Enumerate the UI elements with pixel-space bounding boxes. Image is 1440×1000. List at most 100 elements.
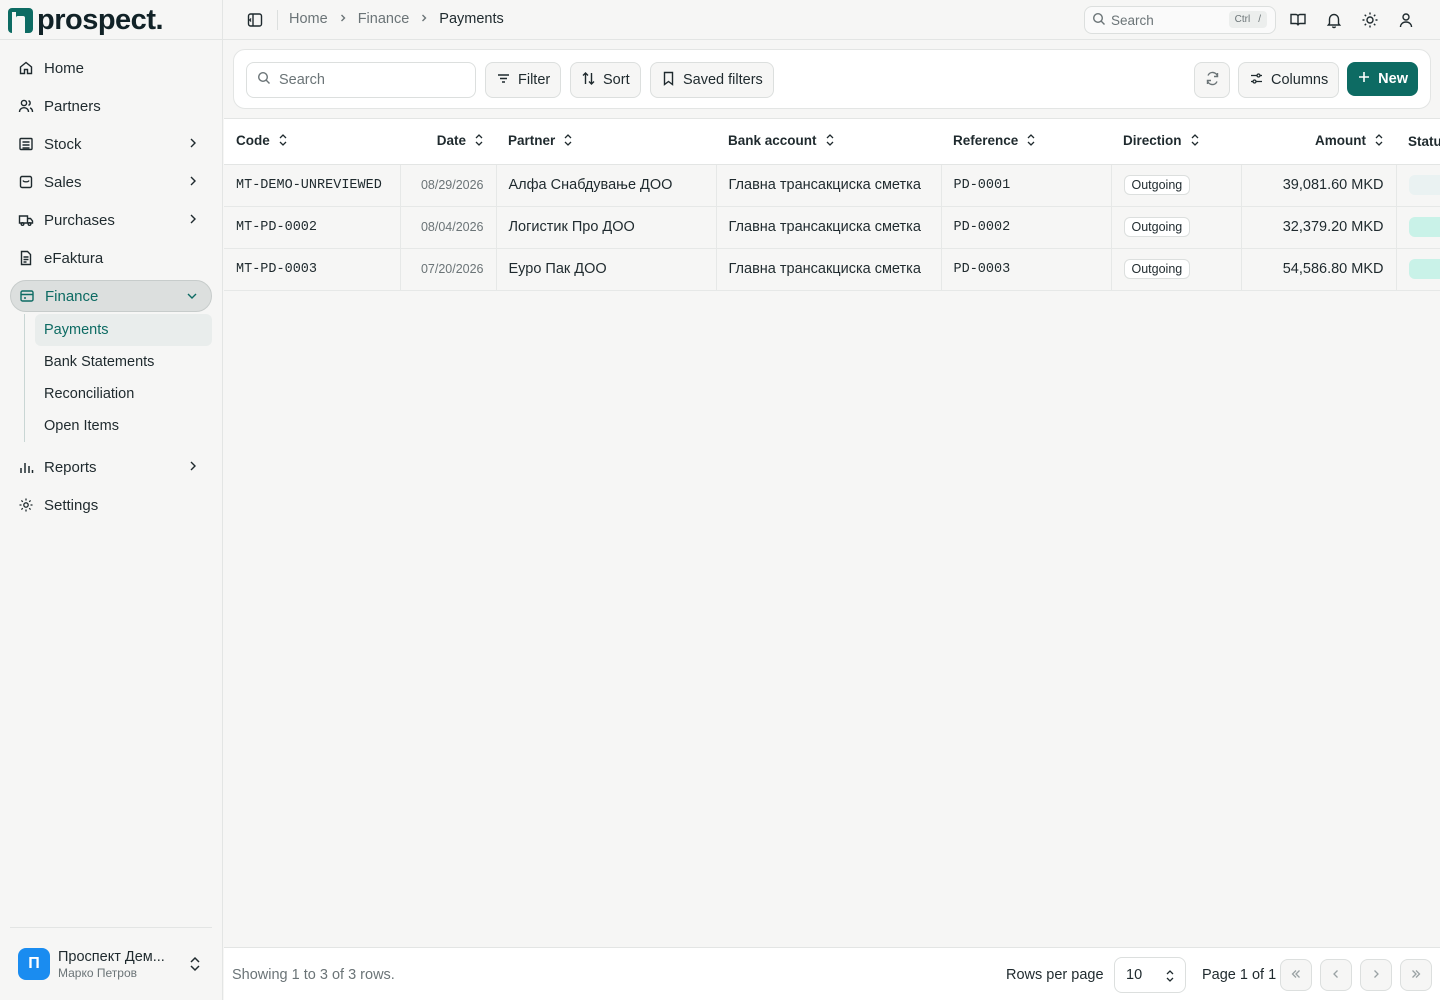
gear-icon — [18, 497, 34, 513]
table-row[interactable]: MT-DEMO-UNREVIEWED 08/29/2026 Алфа Снабд… — [224, 164, 1440, 207]
sidebar-subitem-open-items[interactable]: Open Items — [35, 410, 212, 442]
sidebar-item-reports[interactable]: Reports — [10, 448, 212, 486]
sidebar-toggle-icon[interactable] — [247, 12, 263, 31]
cell-date: 08/04/2026 — [400, 206, 497, 249]
refresh-icon — [1205, 71, 1220, 90]
breadcrumb-finance[interactable]: Finance — [358, 11, 410, 27]
refresh-button[interactable] — [1194, 62, 1230, 98]
table-search-input[interactable]: Search — [246, 62, 476, 98]
last-page-button[interactable] — [1400, 959, 1432, 991]
sidebar-item-stock[interactable]: Stock — [10, 125, 212, 163]
warehouse-icon — [18, 136, 34, 152]
sidebar-subitem-payments[interactable]: Payments — [35, 314, 212, 346]
column-header-amount[interactable]: Amount — [1241, 119, 1396, 165]
table-header-row: Code Date Partner Bank account Reference… — [224, 119, 1440, 165]
cell-amount: 32,379.20 MKD — [1241, 206, 1397, 249]
columns-button[interactable]: Columns — [1238, 62, 1340, 98]
search-icon — [1092, 12, 1106, 29]
rows-per-page-select[interactable]: 10 — [1114, 957, 1186, 993]
sidebar-item-home[interactable]: Home — [10, 49, 212, 87]
sidebar-subitem-bank-statements[interactable]: Bank Statements — [35, 346, 212, 378]
column-header-direction[interactable]: Direction — [1111, 119, 1241, 165]
chevrons-up-down-icon — [188, 955, 202, 976]
rows-per-page-label: Rows per page — [1006, 967, 1104, 983]
bar-chart-icon — [18, 459, 34, 475]
chevron-right-icon — [186, 174, 200, 188]
sidebar-nav: Home Partners Stock Sales Purchases eFak… — [10, 49, 212, 524]
sidebar-item-label: Partners — [44, 97, 101, 115]
cell-partner: Еуро Пак ДОО — [496, 248, 717, 291]
column-header-date[interactable]: Date — [400, 119, 496, 165]
payments-table-container: Code Date Partner Bank account Reference… — [224, 118, 1440, 947]
cell-reference: PD-0003 — [941, 248, 1112, 291]
sidebar-item-label: Settings — [44, 496, 99, 514]
sidebar-item-sales[interactable]: Sales — [10, 163, 212, 201]
sort-toggle-icon — [1374, 133, 1384, 150]
avatar: П — [18, 948, 50, 980]
user-icon[interactable] — [1397, 11, 1415, 32]
column-label: Amount — [1315, 132, 1366, 148]
breadcrumb-home[interactable]: Home — [289, 11, 328, 27]
previous-page-button[interactable] — [1320, 959, 1352, 991]
sort-toggle-icon — [278, 133, 288, 150]
new-label: New — [1378, 71, 1408, 87]
sidebar-item-partners[interactable]: Partners — [10, 87, 212, 125]
sidebar-item-label: Home — [44, 59, 85, 77]
new-button[interactable]: New — [1347, 62, 1418, 96]
account-switcher[interactable]: П Проспект Дем... Марко Петров — [18, 947, 212, 981]
divider — [0, 39, 222, 40]
sidebar-item-efaktura[interactable]: eFaktura — [10, 239, 212, 277]
chevron-right-icon — [1370, 967, 1382, 983]
global-search[interactable]: Search Ctrl / — [1084, 6, 1276, 34]
sidebar-subitem-reconciliation[interactable]: Reconciliation — [35, 378, 212, 410]
kbd-ctrl: Ctrl — [1234, 14, 1251, 25]
sidebar-item-purchases[interactable]: Purchases — [10, 201, 212, 239]
sun-icon[interactable] — [1361, 11, 1379, 32]
column-label: Reference — [953, 132, 1019, 148]
chevron-right-icon — [338, 12, 348, 26]
table-row[interactable]: MT-PD-0002 08/04/2026 Логистик Про ДОО Г… — [224, 206, 1440, 249]
sidebar-item-finance[interactable]: Finance — [10, 280, 212, 312]
column-header-reference[interactable]: Reference — [941, 119, 1111, 165]
chevron-right-icon — [186, 212, 200, 226]
cell-bank-account: Главна трансакциска сметка — [716, 248, 942, 291]
sort-toggle-icon — [1190, 133, 1200, 150]
header-actions — [1289, 11, 1415, 32]
column-label: Date — [436, 132, 466, 148]
sort-toggle-icon — [563, 133, 573, 150]
direction-badge: Outgoing — [1123, 217, 1191, 237]
column-header-partner[interactable]: Partner — [496, 119, 716, 165]
sidebar-item-settings[interactable]: Settings — [10, 486, 212, 524]
sidebar-item-label: Reports — [44, 458, 97, 476]
brand-logo[interactable]: prospect. — [8, 4, 164, 36]
clipboard-icon — [18, 174, 34, 190]
next-page-button[interactable] — [1360, 959, 1392, 991]
bell-icon[interactable] — [1325, 11, 1343, 32]
kbd-slash: / — [1258, 14, 1261, 25]
status-badge — [1408, 217, 1440, 237]
sort-toggle-icon — [825, 133, 835, 150]
column-header-status[interactable]: Statu — [1396, 119, 1440, 165]
cell-partner: Алфа Снабдување ДОО — [496, 164, 717, 207]
column-header-code[interactable]: Code — [224, 119, 400, 165]
cell-status — [1396, 164, 1440, 207]
cell-bank-account: Главна трансакциска сметка — [716, 206, 942, 249]
sort-button[interactable]: Sort — [570, 62, 641, 98]
account-info: Проспект Дем... Марко Петров — [58, 949, 165, 980]
table-row[interactable]: MT-PD-0003 07/20/2026 Еуро Пак ДОО Главн… — [224, 248, 1440, 291]
home-icon — [18, 60, 34, 76]
global-search-placeholder: Search — [1111, 12, 1154, 28]
columns-label: Columns — [1271, 72, 1329, 88]
saved-filters-button[interactable]: Saved filters — [650, 62, 774, 98]
cell-amount: 39,081.60 MKD — [1241, 164, 1397, 207]
rows-per-page-value: 10 — [1126, 967, 1143, 983]
column-header-bank-account[interactable]: Bank account — [716, 119, 941, 165]
chevron-left-icon — [1330, 967, 1342, 983]
top-bar: Home Finance Payments Search Ctrl / — [223, 0, 1440, 40]
cell-direction: Outgoing — [1111, 248, 1242, 291]
cell-partner: Логистик Про ДОО — [496, 206, 717, 249]
book-icon[interactable] — [1289, 11, 1307, 32]
first-page-button[interactable] — [1280, 959, 1312, 991]
filter-button[interactable]: Filter — [485, 62, 562, 98]
table-footer: Showing 1 to 3 of 3 rows. Rows per page … — [224, 947, 1440, 1000]
